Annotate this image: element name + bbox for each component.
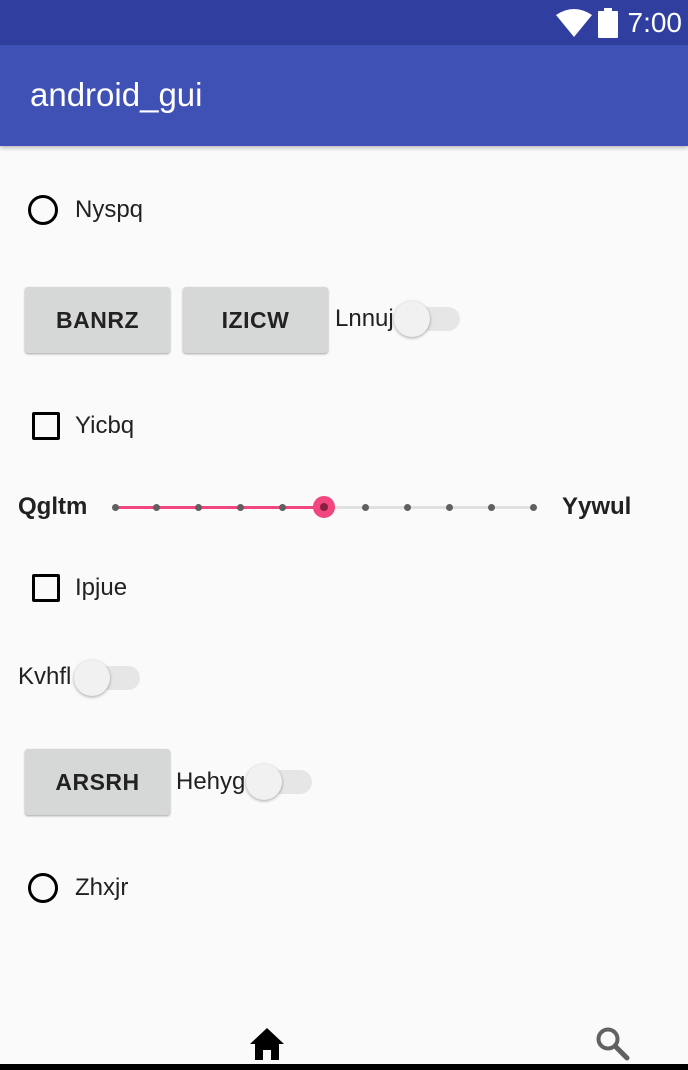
seekbar-tick bbox=[236, 504, 244, 511]
switch-thumb[interactable] bbox=[74, 660, 110, 696]
app-bar: android_gui bbox=[0, 45, 688, 146]
checkbox-box[interactable] bbox=[32, 574, 60, 602]
radio-button-circle[interactable] bbox=[28, 873, 58, 903]
seekbar-tick bbox=[153, 504, 161, 511]
radio-nyspq[interactable]: Nyspq bbox=[28, 195, 143, 225]
radio-zhxjr[interactable]: Zhxjr bbox=[28, 873, 128, 903]
seekbar-tick bbox=[487, 504, 495, 511]
seekbar-tick bbox=[362, 504, 370, 511]
switch-thumb[interactable] bbox=[394, 301, 430, 337]
checkbox-ipjue[interactable]: Ipjue bbox=[32, 573, 127, 603]
navigation-bar-edge bbox=[0, 1064, 688, 1070]
status-bar: 7:00 bbox=[0, 0, 688, 45]
home-icon[interactable] bbox=[249, 1027, 285, 1061]
seekbar-right-label: Yywul bbox=[562, 493, 632, 520]
checkbox-yicbq[interactable]: Yicbq bbox=[32, 411, 134, 441]
switch-label-hehyg: Hehyg bbox=[176, 768, 246, 795]
seekbar-thumb[interactable] bbox=[313, 496, 335, 518]
arsrh-button[interactable]: ARSRH bbox=[25, 749, 170, 815]
switch-hehyg[interactable] bbox=[246, 764, 312, 800]
app-title: android_gui bbox=[30, 76, 203, 113]
search-icon[interactable] bbox=[595, 1026, 631, 1062]
seekbar-thumb-dot bbox=[320, 503, 328, 511]
seekbar-left-label: Qgltm bbox=[18, 493, 88, 520]
radio-label: Zhxjr bbox=[75, 874, 129, 901]
switch-kvhfl[interactable] bbox=[74, 660, 140, 696]
battery-icon bbox=[597, 7, 618, 38]
status-time: 7:00 bbox=[627, 6, 683, 38]
seekbar-tick bbox=[195, 504, 203, 511]
banrz-button[interactable]: BANRZ bbox=[25, 287, 170, 353]
seekbar-tick bbox=[278, 504, 286, 511]
switch-label-kvhfl: Kvhfl bbox=[18, 663, 72, 690]
switch-lnnuj[interactable] bbox=[394, 301, 460, 337]
seekbar-progress bbox=[115, 506, 324, 509]
checkbox-box[interactable] bbox=[32, 412, 60, 440]
switch-thumb[interactable] bbox=[246, 764, 282, 800]
wifi-icon bbox=[555, 8, 592, 37]
izicw-button[interactable]: IZICW bbox=[183, 287, 328, 353]
seekbar-tick bbox=[529, 504, 537, 511]
checkbox-label: Ipjue bbox=[75, 574, 128, 601]
seekbar-tick bbox=[111, 504, 119, 511]
seekbar-tick bbox=[445, 504, 453, 511]
switch-label-lnnuj: Lnnuj bbox=[335, 305, 394, 332]
radio-button-circle[interactable] bbox=[28, 195, 58, 225]
radio-label: Nyspq bbox=[75, 196, 144, 223]
checkbox-label: Yicbq bbox=[75, 412, 135, 439]
seekbar-tick bbox=[404, 504, 412, 511]
seekbar[interactable] bbox=[111, 494, 537, 520]
